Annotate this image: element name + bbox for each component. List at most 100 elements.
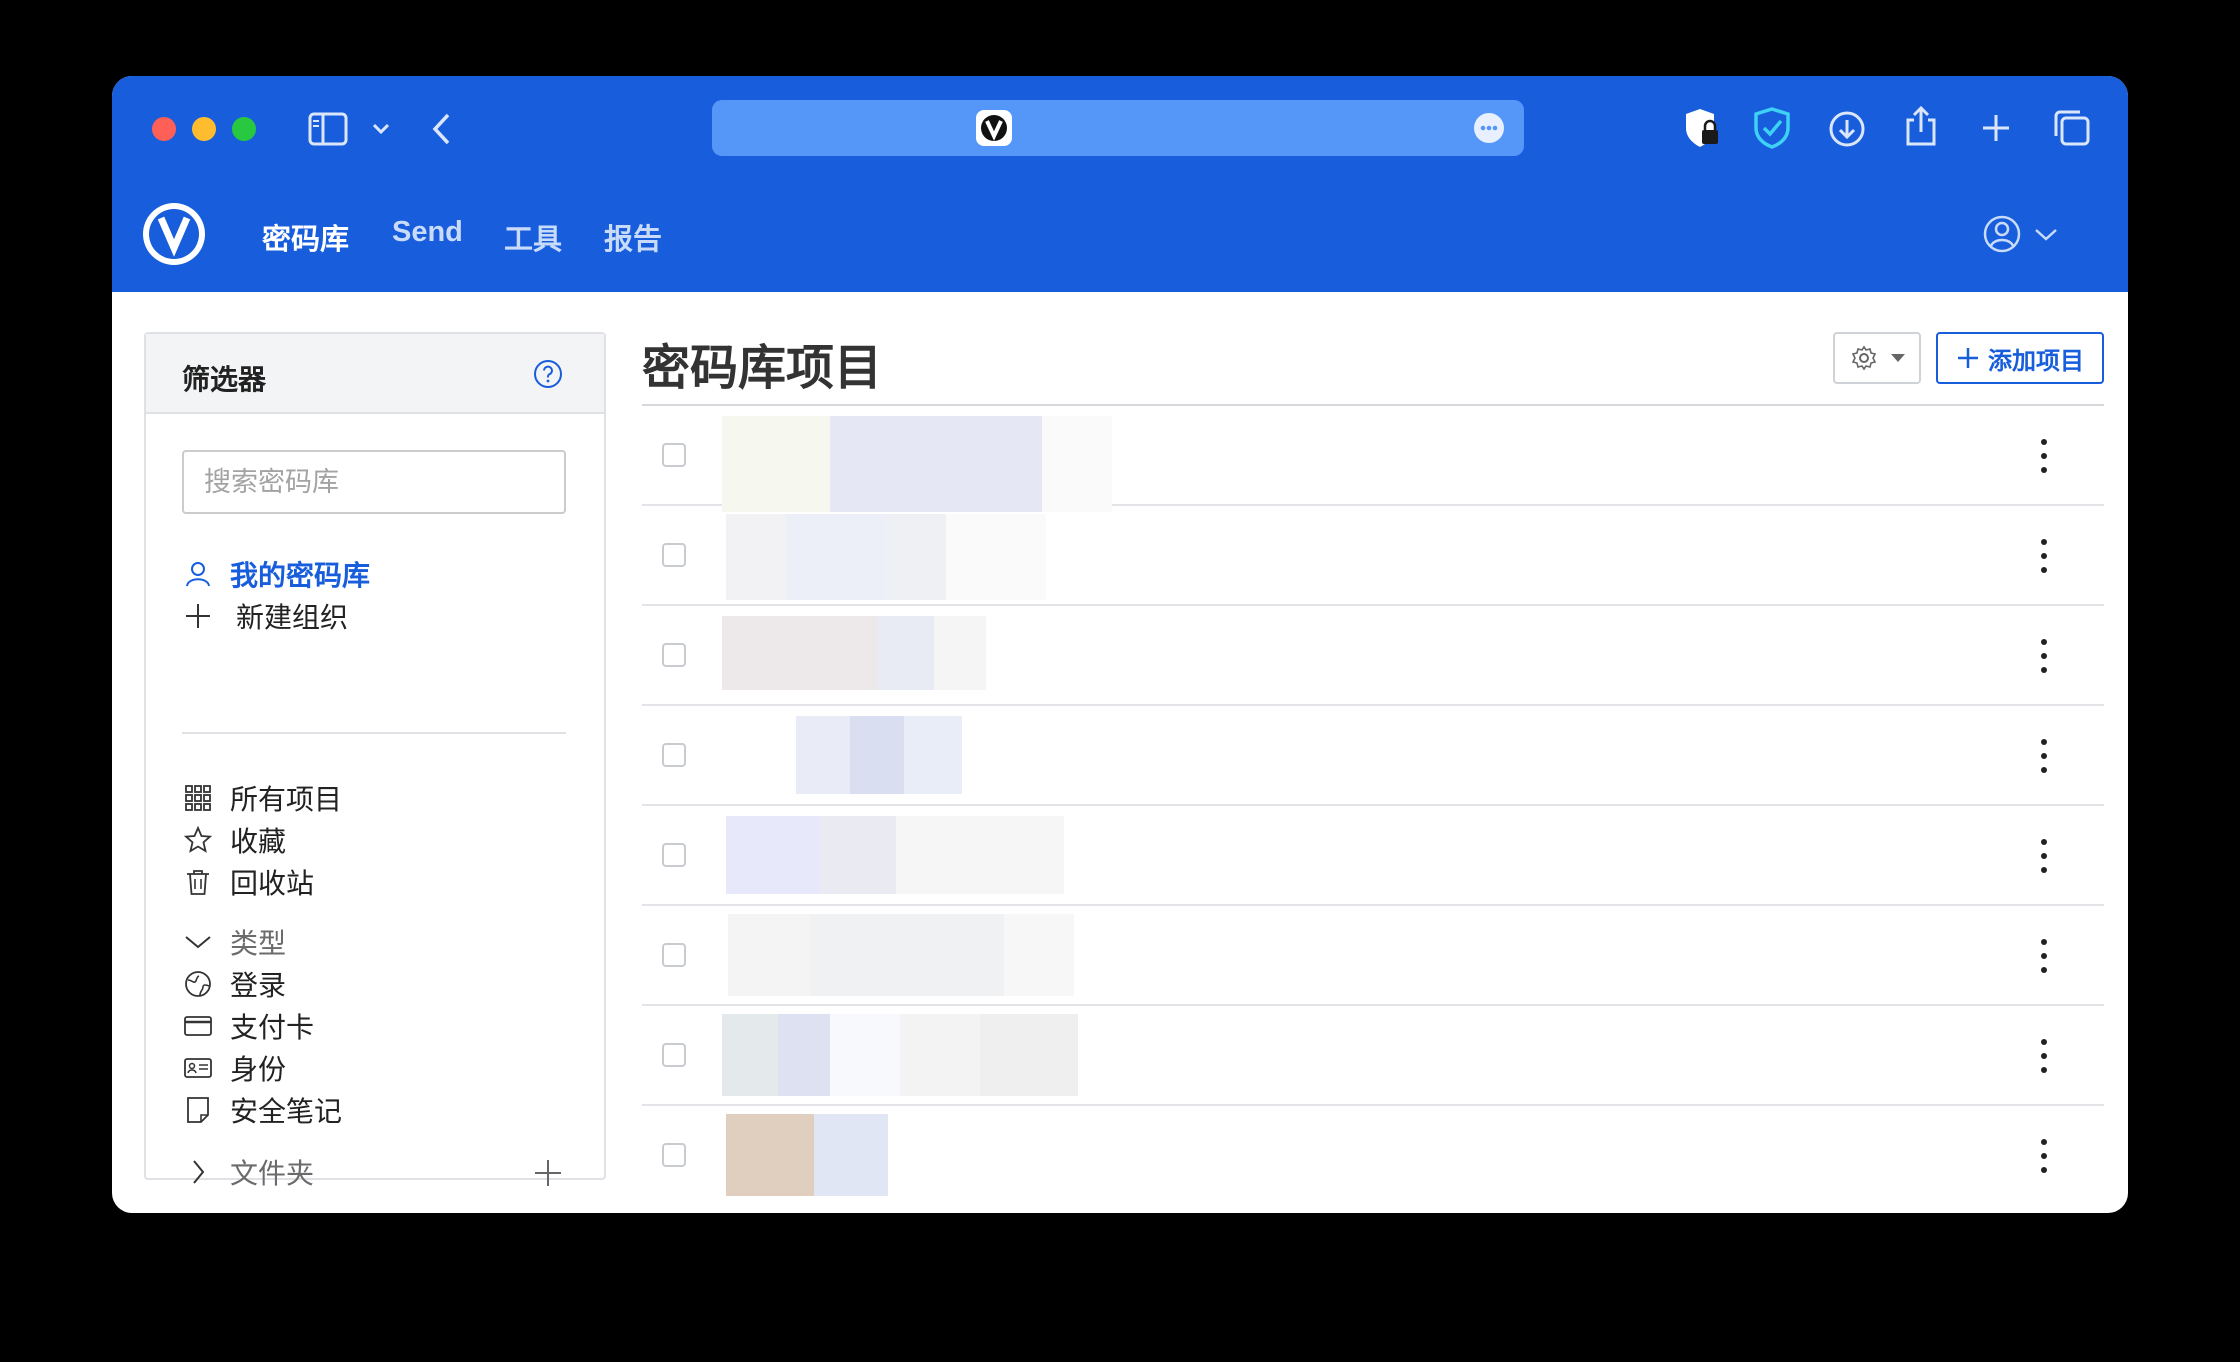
share-icon[interactable] xyxy=(1904,104,1938,148)
chevron-down-icon[interactable] xyxy=(372,122,390,136)
filter-all-items[interactable]: 所有项目 xyxy=(182,778,342,818)
add-item-button[interactable]: 添加项目 xyxy=(1936,332,2104,384)
more-options-icon[interactable] xyxy=(2036,436,2052,476)
more-options-icon[interactable] xyxy=(2036,536,2052,576)
vault-item-row[interactable] xyxy=(642,706,2104,806)
vault-item-row[interactable] xyxy=(642,406,2104,512)
bitwarden-extension-icon[interactable] xyxy=(1752,106,1792,150)
filter-favorites-label: 收藏 xyxy=(230,826,287,857)
trash-icon xyxy=(187,870,209,895)
filter-my-vault-label: 我的密码库 xyxy=(230,560,371,591)
add-folder-icon[interactable] xyxy=(532,1157,564,1189)
more-options-icon[interactable] xyxy=(2036,836,2052,876)
vault-item-row[interactable] xyxy=(642,506,2104,606)
grid-icon xyxy=(185,785,211,811)
bitwarden-favicon xyxy=(976,110,1012,146)
chevron-down-icon xyxy=(185,936,211,949)
help-icon[interactable] xyxy=(532,358,564,390)
downloads-icon[interactable] xyxy=(1828,110,1866,148)
user-icon xyxy=(186,562,210,587)
row-checkbox[interactable] xyxy=(662,1043,686,1067)
filter-header: 筛选器 xyxy=(146,334,604,414)
nav-reports[interactable]: 报告 xyxy=(604,216,662,258)
filter-types-header[interactable]: 类型 xyxy=(182,922,286,962)
filter-folders-header[interactable]: 文件夹 xyxy=(182,1152,314,1192)
row-checkbox[interactable] xyxy=(662,643,686,667)
filter-type-card[interactable]: 支付卡 xyxy=(182,1006,314,1046)
filter-favorites[interactable]: 收藏 xyxy=(182,820,286,860)
caret-down-icon xyxy=(2035,229,2057,241)
add-item-label: 添加项目 xyxy=(1988,347,2084,375)
row-checkbox[interactable] xyxy=(662,443,686,467)
vault-item-row[interactable] xyxy=(642,1006,2104,1106)
vault-item-row[interactable] xyxy=(642,806,2104,906)
redacted-item-content xyxy=(904,716,962,794)
more-options-icon[interactable] xyxy=(1474,113,1504,143)
page-title: 密码库项目 xyxy=(642,342,883,395)
redacted-item-content xyxy=(886,514,946,600)
redacted-item-content xyxy=(722,416,832,512)
nav-vault[interactable]: 密码库 xyxy=(262,216,349,258)
browser-toolbar xyxy=(112,76,2128,180)
bitwarden-logo[interactable] xyxy=(140,200,208,268)
privacy-report-icon[interactable] xyxy=(1684,106,1724,150)
close-window-button[interactable] xyxy=(152,117,176,141)
row-checkbox[interactable] xyxy=(662,1143,686,1167)
redacted-item-content xyxy=(896,816,1064,894)
filter-type-login[interactable]: 登录 xyxy=(182,964,286,1004)
filter-trash[interactable]: 回收站 xyxy=(182,862,314,902)
filter-type-secure-note[interactable]: 安全笔记 xyxy=(182,1090,342,1130)
more-options-icon[interactable] xyxy=(2036,736,2052,776)
vault-item-row[interactable] xyxy=(642,906,2104,1006)
nav-tools[interactable]: 工具 xyxy=(504,216,562,258)
filter-all-items-label: 所有项目 xyxy=(230,784,343,815)
redacted-item-content xyxy=(778,1014,830,1096)
redacted-item-content xyxy=(726,816,820,894)
new-tab-icon[interactable] xyxy=(1980,112,2012,144)
redacted-item-content xyxy=(1042,416,1112,512)
redacted-item-content xyxy=(786,514,886,600)
filter-my-vault[interactable]: 我的密码库 xyxy=(182,554,370,594)
zoom-window-button[interactable] xyxy=(232,117,256,141)
filter-divider xyxy=(182,732,566,734)
app-navbar: 密码库 Send 工具 报告 xyxy=(112,180,2128,292)
redacted-item-content xyxy=(796,716,850,794)
filter-types-label: 类型 xyxy=(230,928,287,959)
browser-window: 密码库 Send 工具 报告 筛选器 我的密码 xyxy=(112,76,2128,1213)
redacted-item-content xyxy=(814,1114,888,1196)
more-options-icon[interactable] xyxy=(2036,1136,2052,1176)
redacted-item-content xyxy=(810,914,1004,996)
nav-send[interactable]: Send xyxy=(392,216,463,249)
tab-overview-icon[interactable] xyxy=(2052,108,2092,148)
row-checkbox[interactable] xyxy=(662,743,686,767)
search-vault-input[interactable] xyxy=(182,450,566,514)
filter-type-identity[interactable]: 身份 xyxy=(182,1048,286,1088)
more-options-icon[interactable] xyxy=(2036,936,2052,976)
star-icon xyxy=(184,826,212,853)
vault-item-row[interactable] xyxy=(642,606,2104,706)
row-checkbox[interactable] xyxy=(662,943,686,967)
row-checkbox[interactable] xyxy=(662,843,686,867)
redacted-item-content xyxy=(830,416,1042,512)
row-checkbox[interactable] xyxy=(662,543,686,567)
redacted-item-content xyxy=(830,1014,900,1096)
filter-new-org[interactable]: 新建组织 xyxy=(182,596,348,636)
account-menu[interactable] xyxy=(1982,210,2082,260)
more-options-icon[interactable] xyxy=(2036,1036,2052,1076)
settings-dropdown-button[interactable] xyxy=(1833,332,1921,384)
vault-item-row[interactable] xyxy=(642,1106,2104,1204)
sidebar-icon[interactable] xyxy=(308,112,348,146)
back-icon[interactable] xyxy=(430,112,452,146)
redacted-item-content xyxy=(1004,914,1074,996)
chevron-right-icon xyxy=(193,1160,205,1184)
redacted-item-content xyxy=(726,1114,814,1196)
minimize-window-button[interactable] xyxy=(192,117,216,141)
filter-type-identity-label: 身份 xyxy=(230,1054,287,1085)
gear-icon xyxy=(1851,345,1877,371)
filter-new-org-label: 新建组织 xyxy=(236,602,349,633)
filter-type-secure-note-label: 安全笔记 xyxy=(230,1096,343,1127)
more-options-icon[interactable] xyxy=(2036,636,2052,676)
address-bar[interactable] xyxy=(712,100,1524,156)
globe-icon xyxy=(185,971,211,997)
caret-down-icon xyxy=(1891,354,1905,362)
